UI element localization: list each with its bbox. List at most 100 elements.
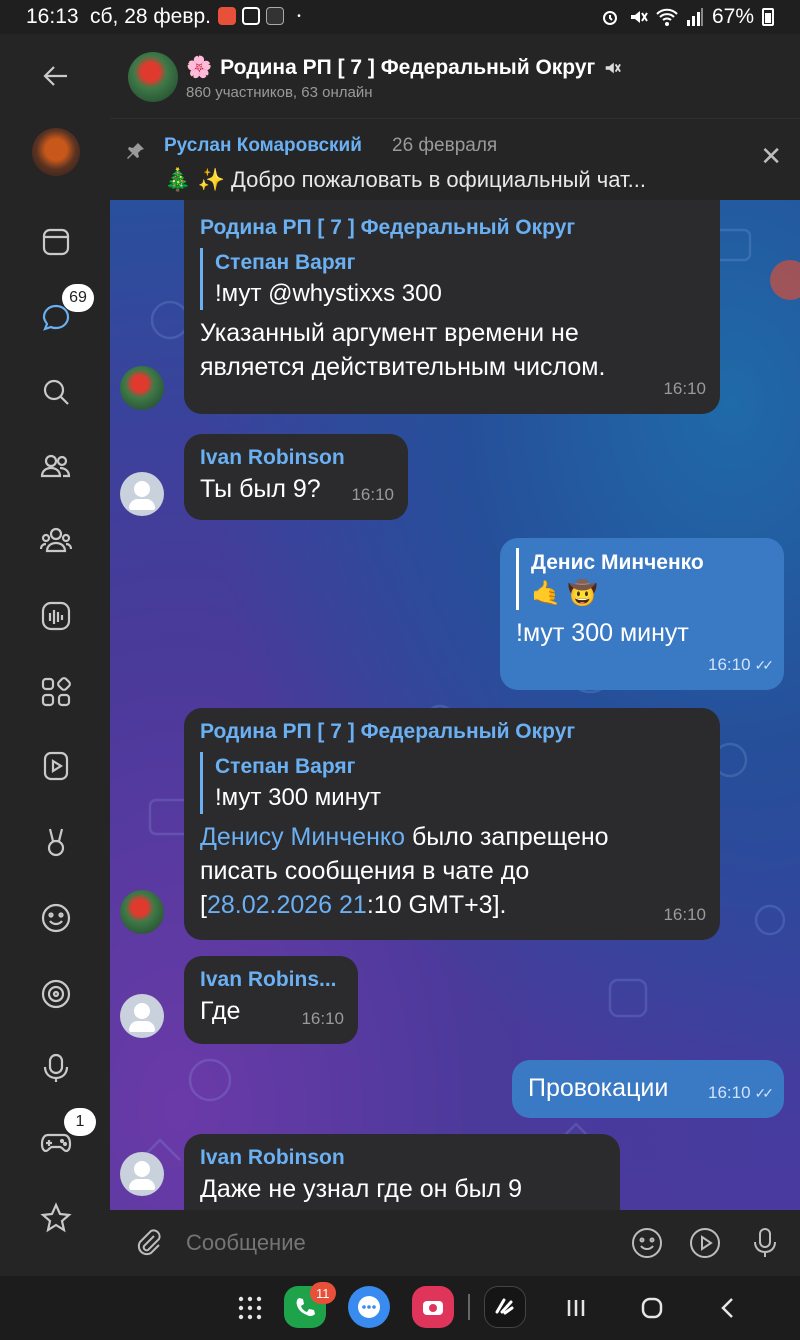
title-emoji: 🌸: [186, 56, 213, 79]
search-icon: [43, 379, 69, 405]
system-back-button[interactable]: [712, 1292, 744, 1324]
profile-avatar[interactable]: [32, 128, 80, 176]
app-drawer-button[interactable]: [234, 1292, 266, 1324]
message-bubble[interactable]: Ivan Robinson Ты был 9? 16:10: [184, 434, 408, 520]
message-text: Денису Минченко было запрещено писать со…: [200, 820, 660, 922]
window-icon: [42, 228, 70, 256]
pinned-message[interactable]: Руслан Комаровский 26 февраля 🎄 ✨ Добро …: [110, 118, 800, 200]
battery-icon: [762, 8, 774, 26]
system-indicators: 67%: [600, 5, 774, 29]
play-circle-icon: [690, 1228, 720, 1258]
chat-subtitle: 860 участников, 63 онлайн: [186, 84, 373, 101]
status-time: 16:13: [26, 5, 79, 28]
reply-quote[interactable]: Денис Минченко 🤙 🤠: [516, 548, 768, 610]
battery-percent: 67%: [711, 5, 754, 28]
sender-avatar[interactable]: [120, 366, 164, 410]
message-sender[interactable]: Ivan Robinson: [200, 1144, 604, 1172]
reply-quote[interactable]: Степан Варяг !мут @whystixxs 300: [200, 248, 704, 310]
message-time: 16:10: [663, 905, 706, 924]
camera-app-icon[interactable]: [412, 1286, 454, 1328]
message-input[interactable]: [186, 1230, 606, 1256]
microphone-icon: [754, 1228, 776, 1257]
close-pinned-button[interactable]: ✕: [760, 141, 782, 172]
text-part: [: [200, 891, 207, 919]
chevron-left-icon: [721, 1298, 733, 1318]
star-icon: [40, 1202, 72, 1233]
messages-app-icon[interactable]: [348, 1286, 390, 1328]
quote-text: !мут 300 минут: [215, 784, 381, 811]
podcast-icon: [43, 1053, 69, 1082]
outgoing-message-bubble[interactable]: Провокации 16:10 ✓✓: [512, 1060, 784, 1118]
home-button[interactable]: [636, 1292, 668, 1324]
rail-item-services[interactable]: [30, 666, 82, 718]
chat-header[interactable]: 🌸 Родина РП [ 7 ] Федеральный Округ 860 …: [110, 34, 800, 118]
text-part: :10 GMT+3].: [366, 891, 507, 919]
message-bubble[interactable]: Ivan Robins... Где 16:10: [184, 956, 358, 1044]
rail-item-friends[interactable]: [30, 440, 82, 492]
reply-quote[interactable]: Степан Варяг !мут 300 минут: [200, 752, 704, 814]
user-mention-link[interactable]: Денису Минченко: [200, 823, 405, 851]
message-bubble[interactable]: Ivan Robinson Даже не узнал где он был 9: [184, 1134, 620, 1210]
rail-item-music[interactable]: [30, 590, 82, 642]
video-message-button[interactable]: [688, 1226, 722, 1260]
date-link[interactable]: 28.02.2026 21: [207, 891, 367, 919]
quote-author: Денис Минченко: [531, 551, 704, 574]
app-notification-icon: [266, 7, 284, 25]
attach-button[interactable]: [132, 1226, 166, 1260]
emoji-button[interactable]: [630, 1226, 664, 1260]
message-sender[interactable]: Ivan Robinson: [200, 444, 392, 472]
notification-icons: •: [218, 7, 308, 25]
mute-icon: [630, 11, 648, 23]
alarm-icon: [602, 11, 617, 25]
sender-avatar[interactable]: [120, 472, 164, 516]
message-list[interactable]: Родина РП [ 7 ] Федеральный Округ Степан…: [110, 200, 800, 1210]
message-sender[interactable]: Родина РП [ 7 ] Федеральный Округ: [200, 214, 704, 242]
rail-item-video[interactable]: [30, 740, 82, 792]
signal-icon: [686, 8, 703, 26]
quote-author: Степан Варяг: [215, 755, 356, 778]
wifi-icon: [656, 8, 678, 26]
rail-item-favorites[interactable]: [30, 1192, 82, 1244]
message-bubble[interactable]: Родина РП [ 7 ] Федеральный Округ Степан…: [184, 200, 720, 414]
message-bubble[interactable]: Родина РП [ 7 ] Федеральный Округ Степан…: [184, 708, 720, 940]
rail-item-target[interactable]: [30, 968, 82, 1020]
rail-item-stickers[interactable]: [30, 892, 82, 944]
arrow-left-icon: [43, 66, 67, 86]
rail-item-clips[interactable]: [30, 816, 82, 868]
rail-item-feed[interactable]: [30, 216, 82, 268]
vk-messenger-app-icon[interactable]: [484, 1286, 526, 1328]
games-badge: 1: [64, 1108, 96, 1136]
camera-icon: [423, 1301, 443, 1315]
time-value: 16:10: [707, 655, 751, 674]
chat-title[interactable]: 🌸 Родина РП [ 7 ] Федеральный Округ: [186, 56, 622, 80]
gallery-notification-icon: [242, 7, 260, 25]
pinned-date: 26 февраля: [392, 135, 498, 156]
message-composer: [110, 1210, 800, 1276]
sender-avatar[interactable]: [120, 1152, 164, 1196]
rail-item-podcasts[interactable]: [30, 1042, 82, 1094]
friends-icon: [40, 454, 71, 478]
rail-item-communities[interactable]: [30, 514, 82, 566]
sender-avatar[interactable]: [120, 890, 164, 934]
paperclip-icon: [137, 1229, 161, 1256]
outgoing-message-bubble[interactable]: Денис Минченко 🤙 🤠 !мут 300 минут 16:10 ✓…: [500, 538, 784, 690]
left-rail: 69 1: [0, 34, 110, 1276]
back-button[interactable]: [30, 50, 82, 102]
quote-text: 🤙 🤠: [531, 580, 598, 607]
smiley-icon: [41, 903, 71, 933]
clips-icon: [47, 828, 65, 857]
status-bar: 16:13 сб, 28 февр. • 67%: [0, 0, 800, 34]
home-icon: [641, 1297, 663, 1319]
voice-message-button[interactable]: [748, 1226, 782, 1260]
message-sender[interactable]: Родина РП [ 7 ] Федеральный Округ: [200, 718, 704, 746]
sender-avatar[interactable]: [120, 994, 164, 1038]
chat-avatar[interactable]: [128, 52, 178, 102]
status-date: сб, 28 февр.: [90, 5, 212, 28]
recents-button[interactable]: [560, 1292, 592, 1324]
message-text: Даже не узнал где он был 9: [200, 1175, 523, 1203]
message-sender[interactable]: Ivan Robins...: [200, 966, 342, 994]
pinned-text: 🎄 ✨ Добро пожаловать в официальный чат..…: [164, 167, 646, 192]
message-time: 16:10 ✓✓: [708, 1076, 774, 1110]
pinned-author: Руслан Комаровский: [164, 135, 362, 156]
rail-item-search[interactable]: [30, 366, 82, 418]
